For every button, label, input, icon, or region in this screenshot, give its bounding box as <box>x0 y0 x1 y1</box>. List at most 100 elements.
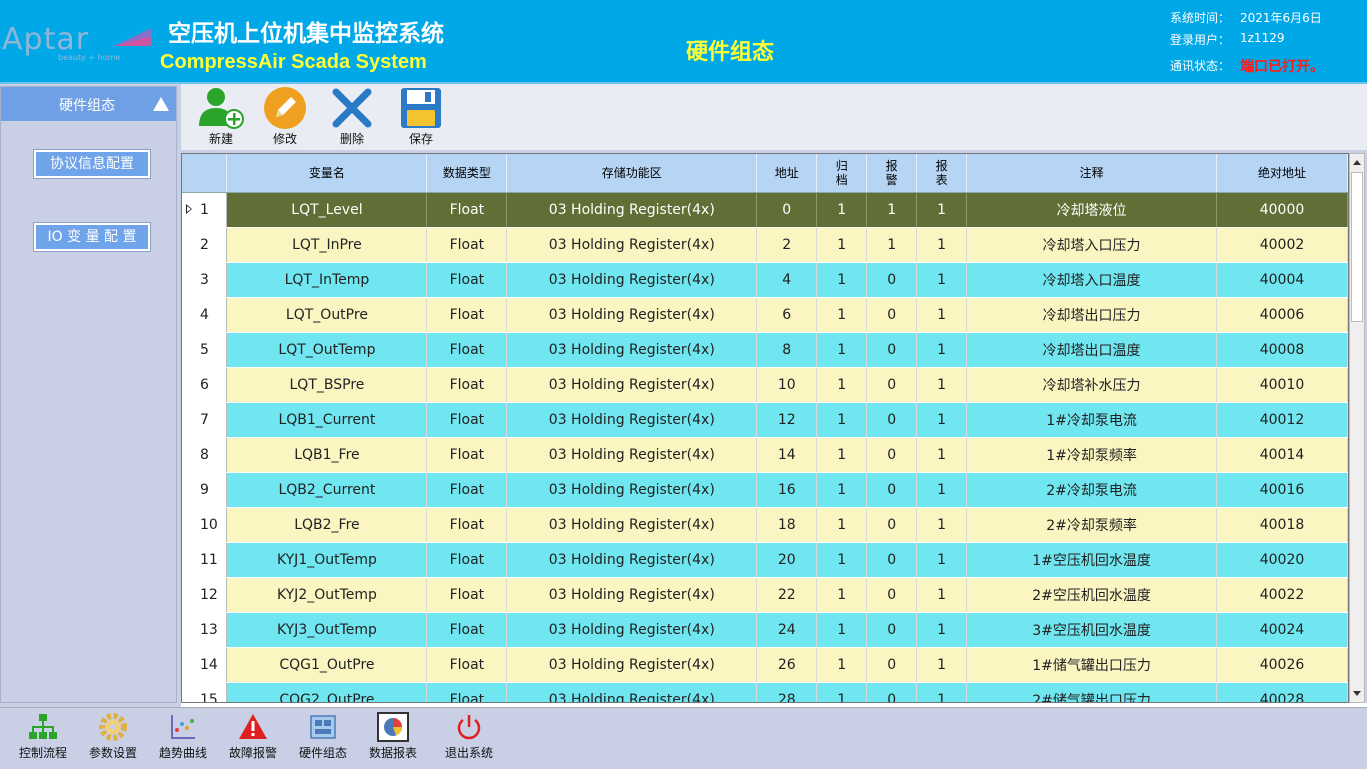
nav-trend[interactable]: 趋势曲线 <box>151 712 215 761</box>
cell-type[interactable]: Float <box>426 262 508 298</box>
cell-note[interactable]: 冷却塔出口压力 <box>966 297 1218 333</box>
cell-note[interactable]: 1#冷却泵电流 <box>966 402 1218 438</box>
cell-report[interactable]: 1 <box>916 682 968 702</box>
cell-abs-address[interactable]: 40022 <box>1216 577 1348 613</box>
cell-report[interactable]: 1 <box>916 507 968 543</box>
nav-data-report[interactable]: 数据报表 <box>361 712 425 761</box>
cell-type[interactable]: Float <box>426 367 508 403</box>
cell-area[interactable]: 03 Holding Register(4x) <box>506 577 758 613</box>
row-header[interactable]: 7 <box>182 402 228 438</box>
cell-address[interactable]: 28 <box>756 682 818 702</box>
cell-address[interactable]: 12 <box>756 402 818 438</box>
nav-alarm[interactable]: 故障报警 <box>221 712 285 761</box>
cell-archive[interactable]: 1 <box>816 367 868 403</box>
table-row[interactable]: 2 LQT_InPre Float 03 Holding Register(4x) 2 1… <box>182 227 1348 263</box>
cell-area[interactable]: 03 Holding Register(4x) <box>506 612 758 648</box>
table-row[interactable]: 15 CQG2_OutPre Float 03 Holding Register(4x… <box>182 682 1348 702</box>
cell-archive[interactable]: 1 <box>816 262 868 298</box>
cell-report[interactable]: 1 <box>916 612 968 648</box>
cell-name[interactable]: KYJ3_OutTemp <box>226 612 428 648</box>
cell-type[interactable]: Float <box>426 612 508 648</box>
cell-name[interactable]: LQT_InPre <box>226 227 428 263</box>
cell-archive[interactable]: 1 <box>816 682 868 702</box>
cell-note[interactable]: 冷却塔入口温度 <box>966 262 1218 298</box>
col-header-abs-address[interactable]: 绝对地址 <box>1216 154 1348 193</box>
cell-note[interactable]: 2#空压机回水温度 <box>966 577 1218 613</box>
row-header[interactable]: 2 <box>182 227 228 263</box>
cell-archive[interactable]: 1 <box>816 297 868 333</box>
cell-address[interactable]: 4 <box>756 262 818 298</box>
cell-report[interactable]: 1 <box>916 192 968 228</box>
cell-note[interactable]: 2#冷却泵电流 <box>966 472 1218 508</box>
cell-area[interactable]: 03 Holding Register(4x) <box>506 472 758 508</box>
cell-archive[interactable]: 1 <box>816 647 868 683</box>
cell-alarm[interactable]: 1 <box>866 192 918 228</box>
nav-control-flow[interactable]: 控制流程 <box>11 712 75 761</box>
cell-area[interactable]: 03 Holding Register(4x) <box>506 437 758 473</box>
edit-button[interactable]: 修改 <box>255 86 315 148</box>
cell-report[interactable]: 1 <box>916 262 968 298</box>
cell-abs-address[interactable]: 40006 <box>1216 297 1348 333</box>
cell-type[interactable]: Float <box>426 192 508 228</box>
cell-area[interactable]: 03 Holding Register(4x) <box>506 332 758 368</box>
cell-archive[interactable]: 1 <box>816 542 868 578</box>
save-button[interactable]: 保存 <box>391 86 451 148</box>
cell-archive[interactable]: 1 <box>816 192 868 228</box>
cell-report[interactable]: 1 <box>916 577 968 613</box>
cell-name[interactable]: LQT_OutTemp <box>226 332 428 368</box>
row-header[interactable]: 14 <box>182 647 228 683</box>
cell-name[interactable]: LQB1_Current <box>226 402 428 438</box>
cell-alarm[interactable]: 0 <box>866 472 918 508</box>
cell-name[interactable]: LQB2_Current <box>226 472 428 508</box>
cell-report[interactable]: 1 <box>916 647 968 683</box>
cell-address[interactable]: 14 <box>756 437 818 473</box>
cell-address[interactable]: 16 <box>756 472 818 508</box>
col-header-address[interactable]: 地址 <box>756 154 818 193</box>
table-row[interactable]: 9 LQB2_Current Float 03 Holding Register(4x… <box>182 472 1348 508</box>
cell-archive[interactable]: 1 <box>816 437 868 473</box>
cell-area[interactable]: 03 Holding Register(4x) <box>506 297 758 333</box>
cell-alarm[interactable]: 0 <box>866 437 918 473</box>
cell-report[interactable]: 1 <box>916 402 968 438</box>
cell-type[interactable]: Float <box>426 472 508 508</box>
new-button[interactable]: 新建 <box>191 86 251 148</box>
cell-note[interactable]: 1#冷却泵频率 <box>966 437 1218 473</box>
nav-exit[interactable]: 退出系统 <box>437 712 501 761</box>
cell-archive[interactable]: 1 <box>816 227 868 263</box>
io-variable-config-button[interactable]: IO 变 量 配 置 <box>33 222 151 252</box>
table-row[interactable]: 8 LQB1_Fre Float 03 Holding Register(4x) 14 1… <box>182 437 1348 473</box>
cell-address[interactable]: 24 <box>756 612 818 648</box>
cell-address[interactable]: 18 <box>756 507 818 543</box>
cell-address[interactable]: 20 <box>756 542 818 578</box>
cell-type[interactable]: Float <box>426 297 508 333</box>
cell-abs-address[interactable]: 40002 <box>1216 227 1348 263</box>
row-header[interactable]: 8 <box>182 437 228 473</box>
col-header-area[interactable]: 存储功能区 <box>506 154 758 193</box>
cell-archive[interactable]: 1 <box>816 472 868 508</box>
cell-type[interactable]: Float <box>426 647 508 683</box>
row-header[interactable]: 6 <box>182 367 228 403</box>
cell-note[interactable]: 3#空压机回水温度 <box>966 612 1218 648</box>
cell-type[interactable]: Float <box>426 507 508 543</box>
row-header[interactable]: 15 <box>182 682 228 702</box>
row-header[interactable]: 11 <box>182 542 228 578</box>
cell-alarm[interactable]: 0 <box>866 297 918 333</box>
cell-alarm[interactable]: 0 <box>866 507 918 543</box>
table-row[interactable]: 7 LQB1_Current Float 03 Holding Register(4x… <box>182 402 1348 438</box>
cell-archive[interactable]: 1 <box>816 402 868 438</box>
cell-note[interactable]: 冷却塔补水压力 <box>966 367 1218 403</box>
scroll-thumb[interactable] <box>1351 172 1363 322</box>
cell-abs-address[interactable]: 40010 <box>1216 367 1348 403</box>
cell-abs-address[interactable]: 40020 <box>1216 542 1348 578</box>
nav-hardware-config[interactable]: 硬件组态 <box>291 712 355 761</box>
table-row[interactable]: 14 CQG1_OutPre Float 03 Holding Register(4x… <box>182 647 1348 683</box>
cell-name[interactable]: CQG2_OutPre <box>226 682 428 702</box>
col-header-type[interactable]: 数据类型 <box>426 154 508 193</box>
cell-name[interactable]: KYJ2_OutTemp <box>226 577 428 613</box>
row-header[interactable]: 9 <box>182 472 228 508</box>
cell-report[interactable]: 1 <box>916 332 968 368</box>
cell-abs-address[interactable]: 40000 <box>1216 192 1348 228</box>
cell-archive[interactable]: 1 <box>816 612 868 648</box>
table-row[interactable]: 6 LQT_BSPre Float 03 Holding Register(4x) 10… <box>182 367 1348 403</box>
cell-alarm[interactable]: 0 <box>866 612 918 648</box>
